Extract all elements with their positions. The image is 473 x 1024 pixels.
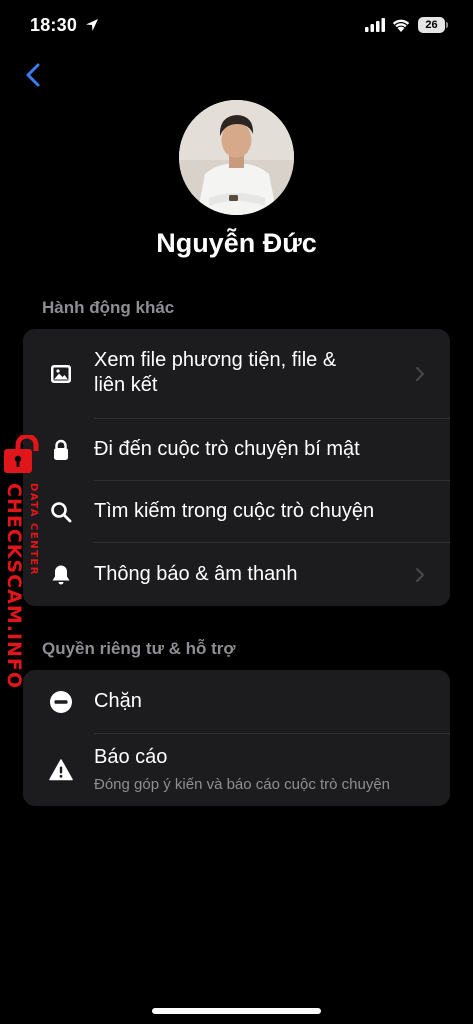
secret-chat-row[interactable]: Đi đến cuộc trò chuyện bí mật	[23, 419, 450, 481]
search-icon	[51, 502, 72, 523]
search-in-chat-label: Tìm kiếm trong cuộc trò chuyện	[94, 500, 375, 522]
secret-chat-label: Đi đến cuộc trò chuyện bí mật	[94, 438, 360, 460]
status-bar: 18:30 26	[0, 0, 473, 54]
padlock-logo-icon	[4, 435, 39, 473]
report-sublabel: Đóng góp ý kiến và báo cáo cuộc trò chuy…	[94, 776, 391, 793]
checkscam-watermark: CHECKSCAM.INFO DATA CENTER	[0, 435, 50, 689]
privacy-support-card: Chặn Báo cáo Đóng góp ý kiến và báo cáo …	[23, 670, 450, 806]
block-icon	[50, 691, 72, 713]
block-row[interactable]: Chặn	[23, 670, 450, 733]
warning-icon	[49, 759, 73, 781]
bell-icon	[52, 565, 70, 585]
section-title-more-actions: Hành động khác	[42, 298, 175, 317]
wifi-icon	[392, 19, 410, 32]
profile-name: Nguyễn Đức	[156, 228, 317, 258]
watermark-tagline: DATA CENTER	[28, 483, 39, 576]
media-files-links-row[interactable]: Xem file phương tiện, file & liên kết	[23, 329, 450, 418]
avatar[interactable]	[179, 100, 294, 215]
battery-indicator: 26	[418, 17, 448, 33]
notifications-sound-label: Thông báo & âm thanh	[94, 563, 298, 585]
report-row[interactable]: Báo cáo Đóng góp ý kiến và báo cáo cuộc …	[23, 734, 450, 806]
image-icon	[51, 365, 71, 383]
location-arrow-icon	[86, 19, 98, 31]
watermark-brand: CHECKSCAM.INFO	[3, 483, 25, 690]
more-actions-card: Xem file phương tiện, file & liên kết Đi…	[23, 329, 450, 606]
search-in-chat-row[interactable]: Tìm kiếm trong cuộc trò chuyện	[23, 481, 450, 543]
battery-level: 26	[418, 17, 445, 33]
block-label: Chặn	[94, 690, 142, 712]
home-indicator[interactable]	[152, 1008, 321, 1014]
back-chevron-icon[interactable]	[20, 60, 50, 90]
section-title-privacy-support: Quyền riêng tư & hỗ trợ	[42, 639, 236, 658]
cellular-signal-icon	[365, 18, 385, 32]
report-label: Báo cáo	[94, 746, 168, 768]
chevron-right-icon	[416, 367, 424, 381]
status-time: 18:30	[30, 15, 78, 35]
notifications-sound-row[interactable]: Thông báo & âm thanh	[23, 543, 450, 606]
media-files-links-label-line1: Xem file phương tiện, file &	[94, 349, 337, 371]
lock-icon	[54, 439, 68, 460]
chevron-right-icon	[416, 568, 424, 582]
avatar-photo	[179, 100, 294, 215]
media-files-links-label-line2: liên kết	[94, 374, 158, 396]
